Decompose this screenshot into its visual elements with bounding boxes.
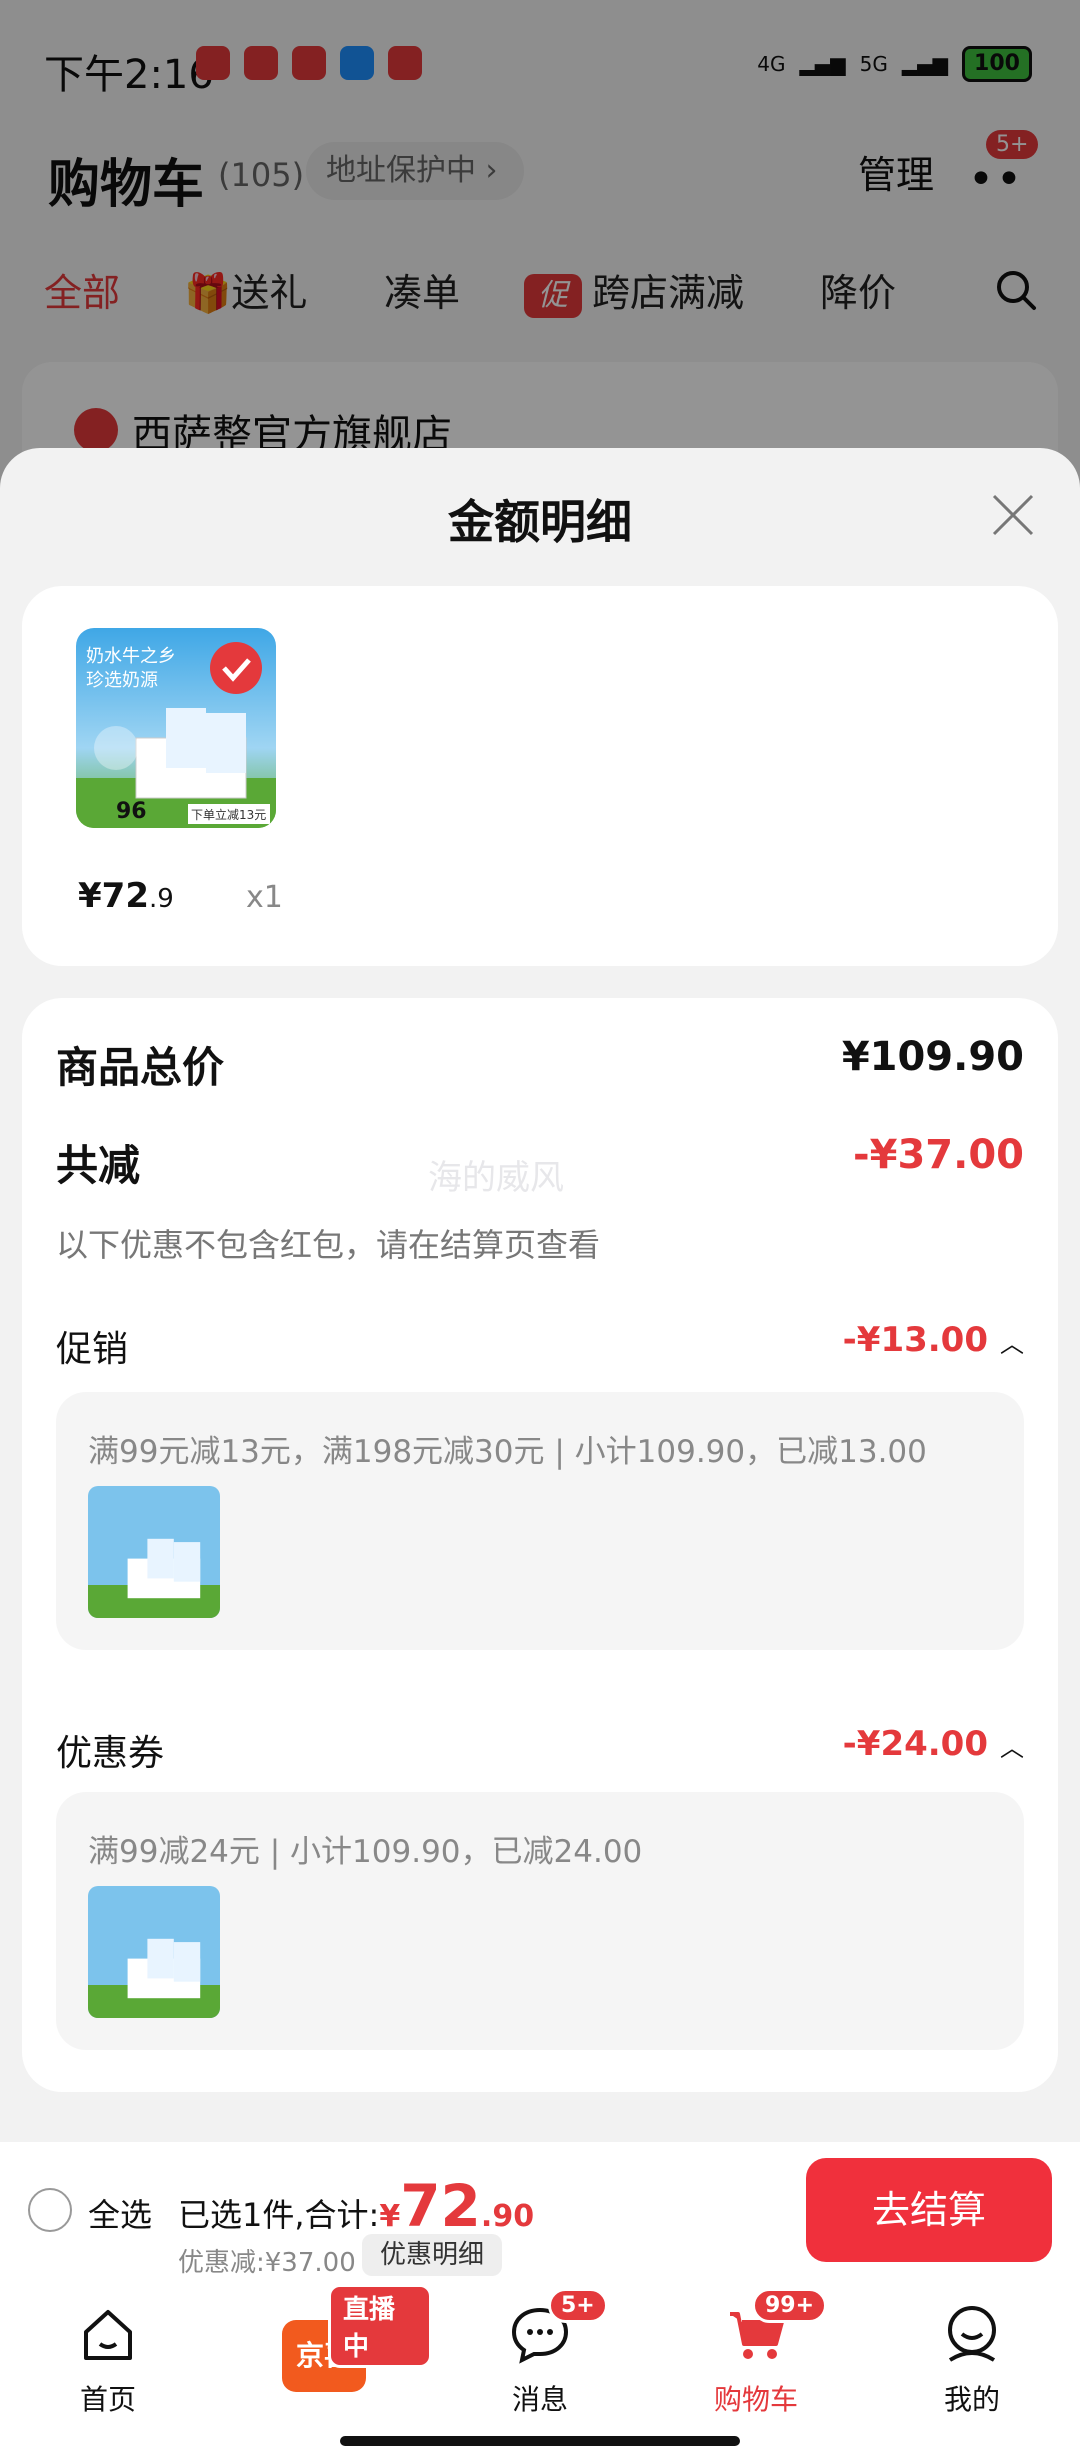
discount-note: 以下优惠不包含红包，请在结算页查看 <box>56 1226 601 1264</box>
coupon-detail-box: 满99减24元 | 小计109.90，已减24.00 <box>56 1792 1024 2050</box>
home-indicator <box>340 2436 740 2446</box>
promo-label: 促销 <box>56 1329 129 1370</box>
product-price: ¥72.9 <box>78 876 174 916</box>
nav-home[interactable]: 首页 <box>0 2280 216 2460</box>
promo-product-thumbnail <box>88 1486 220 1618</box>
nav-cart-label: 购物车 <box>713 2383 798 2416</box>
coupon-value: -¥24.00 <box>842 1724 988 1764</box>
summary-prefix: 已选1件,合计: <box>178 2196 380 2234</box>
product-image-promo: 下单立减13元 <box>191 807 266 822</box>
profile-icon <box>948 2306 996 2362</box>
price-integer: 72 <box>400 2172 481 2240</box>
bottom-navbar: 首页 京喜 直播中 5+ 消息 99+ 购物车 我的 <box>0 2280 1080 2460</box>
coupon-product-thumbnail <box>88 1886 220 2018</box>
price-breakdown-card: 商品总价 ¥109.90 共减 海的威风 -¥37.00 以下优惠不包含红包，请… <box>22 998 1058 2092</box>
select-all-label[interactable]: 全选 <box>88 2190 152 2236</box>
select-all-checkbox[interactable] <box>28 2188 72 2232</box>
checkout-bar: 全选 已选1件,合计:¥72.90 优惠减:¥37.00 优惠明细 去结算 <box>0 2142 1080 2280</box>
promo-detail-text: 满99元减13元，满198元减30元 | 小计109.90，已减13.00 <box>88 1434 927 1470</box>
nav-cart[interactable]: 99+ 购物车 <box>648 2280 864 2460</box>
coupon-detail-text: 满99减24元 | 小计109.90，已减24.00 <box>88 1834 643 1870</box>
home-icon <box>84 2310 132 2360</box>
promo-value: -¥13.00 <box>842 1320 988 1360</box>
discount-summary: 优惠减:¥37.00 <box>178 2248 356 2278</box>
total-label: 商品总价 <box>56 1043 225 1092</box>
close-icon[interactable] <box>988 490 1038 540</box>
product-card: 奶水牛之乡 珍选奶源 96 下单立减13元 ¥72.9 x1 <box>22 586 1058 966</box>
reduce-value: -¥37.00 <box>853 1132 1024 1178</box>
selection-summary: 已选1件,合计:¥72.90 <box>178 2172 534 2240</box>
coupon-toggle[interactable]: -¥24.00 ︿ <box>843 1724 1024 1764</box>
nav-messages[interactable]: 5+ 消息 <box>432 2280 648 2460</box>
product-image[interactable]: 奶水牛之乡 珍选奶源 96 下单立减13元 <box>76 628 276 828</box>
nav-home-label: 首页 <box>79 2383 136 2416</box>
sheet-title: 金额明细 <box>448 495 632 549</box>
product-price-main: ¥72 <box>78 876 149 916</box>
live-badge: 直播中 <box>328 2284 432 2368</box>
nav-profile-label: 我的 <box>943 2383 1000 2416</box>
discount-detail-button[interactable]: 优惠明细 <box>362 2234 503 2276</box>
promo-detail-box: 满99元减13元，满198元减30元 | 小计109.90，已减13.00 <box>56 1392 1024 1650</box>
product-image-text: 奶水牛之乡 <box>86 646 176 667</box>
product-image-text: 珍选奶源 <box>86 670 158 691</box>
price-decimal: .90 <box>480 2199 535 2234</box>
chevron-up-icon: ︿ <box>1000 1330 1024 1358</box>
summary-price: ¥72.90 <box>379 2172 535 2240</box>
checkout-button[interactable]: 去结算 <box>806 2158 1052 2262</box>
total-value: ¥109.90 <box>841 1034 1024 1080</box>
watermark: 海的威风 <box>428 1158 564 1198</box>
coupon-label: 优惠券 <box>56 1733 165 1774</box>
chevron-up-icon: ︿ <box>1000 1734 1024 1762</box>
promo-toggle[interactable]: -¥13.00 ︿ <box>843 1320 1024 1360</box>
price-symbol: ¥ <box>379 2199 401 2234</box>
messages-badge: 5+ <box>548 2288 608 2323</box>
product-image-price: 96 <box>116 799 147 824</box>
product-price-decimal: .9 <box>148 884 174 914</box>
reduce-label: 共减 <box>56 1141 141 1190</box>
nav-profile[interactable]: 我的 <box>864 2280 1080 2460</box>
cart-badge: 99+ <box>752 2288 828 2323</box>
nav-jingxi[interactable]: 京喜 直播中 <box>216 2280 432 2460</box>
product-quantity: x1 <box>246 880 283 915</box>
nav-messages-label: 消息 <box>511 2383 568 2416</box>
